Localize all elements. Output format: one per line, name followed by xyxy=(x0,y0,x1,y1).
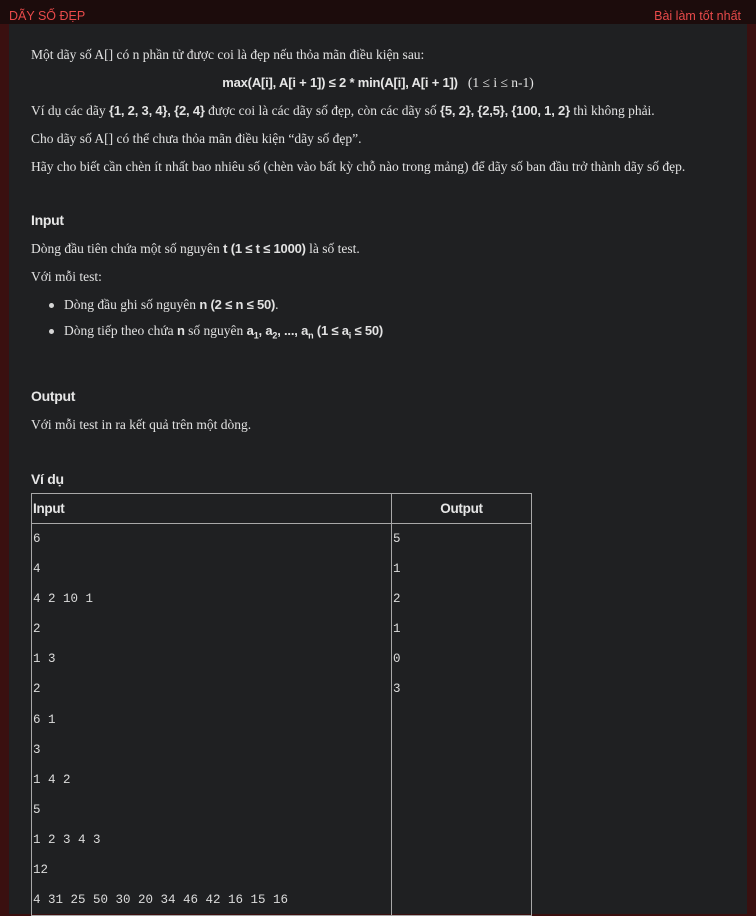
example-body-row: 6 4 4 2 10 1 2 1 3 2 6 1 3 1 4 2 5 1 2 3… xyxy=(31,523,532,916)
seq-an: , ..., a xyxy=(277,323,309,338)
statement-intro: Một dãy số A[] có n phần tử được coi là … xyxy=(31,47,425,62)
example-input-line: 4 31 25 50 30 20 34 46 42 16 15 16 xyxy=(33,893,289,908)
input-bullet-1: Dòng đầu ghi số nguyên n (2 ≤ n ≤ 50). xyxy=(64,297,279,313)
statement-given: Cho dãy số A[] có thể chưa thỏa mãn điều… xyxy=(31,131,362,146)
example-output-lines: 5 1 2 1 0 3 xyxy=(393,524,530,705)
example-input-line: 2 xyxy=(33,682,41,697)
title-bar: DÃY SỐ ĐẸP Bài làm tốt nhất xyxy=(0,0,756,24)
input-line-2: Với mỗi test: xyxy=(31,269,102,284)
examples-bad: {5, 2}, {2,5}, {100, 1, 2} xyxy=(439,103,570,118)
examples-text-a: Ví dụ các dãy xyxy=(31,103,109,118)
bullet-dot xyxy=(49,329,54,334)
bullet-dot xyxy=(49,303,54,308)
input-bullet-2: Dòng tiếp theo chứa n số nguyên a1, a2, … xyxy=(64,323,383,341)
problem-title: DÃY SỐ ĐẸP xyxy=(9,9,86,23)
example-input-lines: 6 4 4 2 10 1 2 1 3 2 6 1 3 1 4 2 5 1 2 3… xyxy=(33,524,390,915)
example-input-line: 3 xyxy=(33,742,41,757)
example-input-line: 4 xyxy=(33,562,41,577)
example-input-line: 5 xyxy=(33,802,41,817)
example-output-line: 1 xyxy=(393,562,401,577)
statement-formula: max(A[i], A[i + 1]) ≤ 2 * min(A[i], A[i … xyxy=(9,75,747,91)
best-submission-link[interactable]: Bài làm tốt nhất xyxy=(654,9,741,23)
bullet2-sequence: a1, a2, ..., an (1 ≤ ai ≤ 50) xyxy=(246,323,384,341)
example-header-row: Input Output xyxy=(31,493,532,524)
examples-text-b: được coi là các dãy số đẹp, còn các dãy … xyxy=(204,103,440,118)
statement-examples: Ví dụ các dãy {1, 2, 3, 4}, {2, 4} được … xyxy=(31,103,655,119)
example-input-line: 6 xyxy=(33,532,41,546)
input-line1-a: Dòng đầu tiên chứa một số nguyên xyxy=(31,241,224,256)
bullet1-text: Dòng đầu ghi số nguyên xyxy=(64,297,200,312)
examples-good: {1, 2, 3, 4}, {2, 4} xyxy=(108,103,205,118)
example-input-line: 4 2 10 1 xyxy=(33,592,94,607)
example-table: Input Output 6 4 4 2 10 1 2 1 3 2 6 1 3 … xyxy=(31,493,532,916)
seq-range-b: ≤ 50) xyxy=(351,323,384,338)
input-line1-constraint: t (1 ≤ t ≤ 1000) xyxy=(223,241,306,256)
example-input-header: Input xyxy=(31,493,392,524)
example-output-line: 5 xyxy=(393,532,401,546)
example-input-line: 1 2 3 4 3 xyxy=(33,832,101,847)
example-input-line: 1 4 2 xyxy=(33,772,71,787)
example-input-line: 6 1 xyxy=(33,712,56,727)
bullet2-n: n xyxy=(177,323,185,338)
example-input-line: 1 3 xyxy=(33,652,56,667)
bullet1-end: . xyxy=(275,297,279,312)
example-output-line: 2 xyxy=(393,592,401,607)
input-heading: Input xyxy=(31,212,64,228)
example-input-line: 12 xyxy=(33,863,49,878)
problem-panel: Một dãy số A[] có n phần tử được coi là … xyxy=(9,24,747,916)
output-heading: Output xyxy=(31,388,76,404)
example-output-line: 0 xyxy=(393,652,401,667)
example-output-header: Output xyxy=(391,493,532,524)
seq-a1: a xyxy=(246,323,254,338)
input-line-1: Dòng đầu tiên chứa một số nguyên t (1 ≤ … xyxy=(31,241,360,257)
example-input-cell: 6 4 4 2 10 1 2 1 3 2 6 1 3 1 4 2 5 1 2 3… xyxy=(31,523,392,916)
bullet2-text-b: số nguyên xyxy=(184,323,247,338)
examples-text-c: thì không phải. xyxy=(569,103,655,118)
statement-task: Hãy cho biết cần chèn ít nhất bao nhiêu … xyxy=(31,159,686,174)
input-line1-c: là số test. xyxy=(305,241,360,256)
formula-expression: max(A[i], A[i + 1]) ≤ 2 * min(A[i], A[i … xyxy=(222,75,458,90)
seq-a2: , a xyxy=(258,323,273,338)
example-output-line: 3 xyxy=(393,682,401,697)
example-output-cell: 5 1 2 1 0 3 xyxy=(391,523,532,916)
formula-range: (1 ≤ i ≤ n-1) xyxy=(467,75,534,90)
example-heading: Ví dụ xyxy=(31,471,64,487)
bullet1-constraint: n (2 ≤ n ≤ 50) xyxy=(199,297,276,312)
output-line-1: Với mỗi test in ra kết quả trên một dòng… xyxy=(31,417,252,432)
bullet2-text-a: Dòng tiếp theo chứa xyxy=(64,323,178,338)
seq-range-a: (1 ≤ a xyxy=(313,323,349,338)
example-output-line: 1 xyxy=(393,622,401,637)
example-input-line: 2 xyxy=(33,622,41,637)
